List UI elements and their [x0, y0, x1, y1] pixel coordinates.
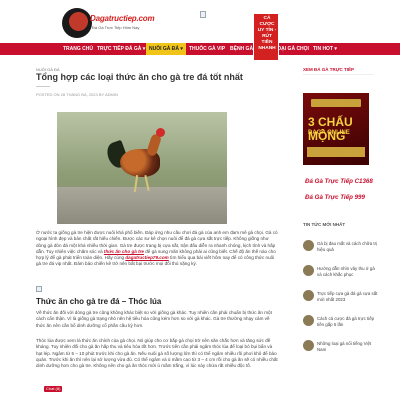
news-thumbnail [303, 240, 314, 251]
sidebar-link-c1368[interactable]: Đá Gà Trực Tiếp C1368 [305, 178, 373, 185]
news-title[interactable]: Cách cá cược đá gà trực tiếp tiền gấp 5 … [317, 316, 379, 327]
chat-button[interactable]: Chat (8) [44, 386, 63, 392]
news-item[interactable]: Trực tiếp cựa gà đá gà cựa sắt mới nhất … [303, 290, 393, 312]
rooster-logo-icon [62, 8, 92, 38]
news-title[interactable]: Những loại gà nổi tiếng Việt Nam [317, 341, 379, 352]
sidebar-heading: XEM ĐÁ GÀ TRỰC TIẾP [303, 67, 354, 72]
ad-sub-text: DAGA ONLINE [308, 130, 350, 136]
sidebar-divider [303, 74, 373, 75]
post-meta: POSTED ON 28 THÁNG BA, 2023 BY ADMIN [36, 92, 118, 97]
promo-line: NHANH [258, 46, 276, 51]
page-title: Tổng hợp các loại thức ăn cho gà tre đá … [36, 72, 243, 82]
promo-text: CÁ CƯỢC UY TÍN - RÚT TIỀN NHANH [254, 16, 280, 52]
news-thumbnail [303, 340, 314, 351]
section-heading: Thức ăn cho gà tre đá – Thóc lúa [36, 297, 162, 306]
ad-band [307, 147, 365, 157]
intro-paragraph: Ở nước ta giống gà tre hiện được nuôi kh… [36, 230, 278, 268]
news-title[interactable]: Gà bị đau mắt và cách chữa trị hiệu quả [317, 241, 379, 252]
food-link[interactable]: thức ăn cho gà tre [104, 249, 144, 254]
hero-image [57, 112, 227, 224]
hero-ground [57, 187, 227, 224]
nav-item-0[interactable]: TRANG CHỦ [63, 43, 93, 55]
site-header: Dagatructiep.com Đá Gà Trực Tiếp Hôm Nay [0, 0, 400, 43]
nav-item-4[interactable]: BỆNH GÀ [230, 43, 253, 55]
sidebar-ad-banner[interactable]: 3 CHẤU MỘNG DAGA ONLINE [303, 93, 369, 165]
paragraph-2: Về thức ăn đối với dòng gà tre cũng khôn… [36, 310, 272, 328]
news-thumbnail [303, 290, 314, 301]
nav-item-6[interactable]: TIN HOT ▾ [313, 43, 337, 55]
ad-logo [311, 99, 361, 107]
nav-item-2[interactable]: NUÔI GÀ ĐÁ ▾ [146, 43, 186, 55]
rooster-head [156, 128, 165, 137]
broken-image-icon [36, 286, 42, 292]
paragraph-3: Thóc lúa được xem là thức ăn chính của g… [36, 338, 278, 369]
logo-text: Dagatructiep.com [90, 14, 155, 23]
news-thumbnail [303, 315, 314, 326]
site-logo[interactable]: Dagatructiep.com Đá Gà Trực Tiếp Hôm Nay [62, 8, 155, 38]
main-nav: TRANG CHỦ TRỰC TIẾP ĐÁ GÀ ▾ NUÔI GÀ ĐÁ ▾ TH… [0, 43, 400, 55]
news-title[interactable]: Hướng dẫn nhìn vảy thu ở gà và cách khắc… [317, 266, 379, 277]
news-item[interactable]: Những loại gà nổi tiếng Việt Nam [303, 340, 393, 362]
news-item[interactable]: Hướng dẫn nhìn vảy thu ở gà và cách khắc… [303, 265, 393, 287]
promo-banner[interactable]: CÁ CƯỢC UY TÍN - RÚT TIỀN NHANH [253, 13, 279, 61]
news-title[interactable]: Trực tiếp cựa gà đá gà cựa sắt mới nhất … [317, 291, 379, 302]
site-link[interactable]: dagatructiep79.com [125, 255, 168, 260]
logo-tagline: Đá Gà Trực Tiếp Hôm Nay [92, 25, 140, 30]
news-thumbnail [303, 265, 314, 276]
broken-image-icon [200, 11, 206, 18]
news-item[interactable]: Gà bị đau mắt và cách chữa trị hiệu quả [303, 240, 393, 262]
title-divider [36, 86, 50, 87]
nav-item-1[interactable]: TRỰC TIẾP ĐÁ GÀ ▾ [97, 43, 145, 55]
news-item[interactable]: Cách cá cược đá gà trực tiếp tiền gấp 5 … [303, 315, 393, 337]
ad-main-text: 3 CHẤU MỘNG [308, 115, 353, 143]
sidebar-news-heading: TIN TỨC MỚI NHẤT [303, 222, 346, 227]
nav-item-3[interactable]: THUỐC GÀ VIP [189, 43, 225, 55]
sidebar-link-999[interactable]: Đá Gà Trực Tiếp 999 [305, 194, 365, 201]
